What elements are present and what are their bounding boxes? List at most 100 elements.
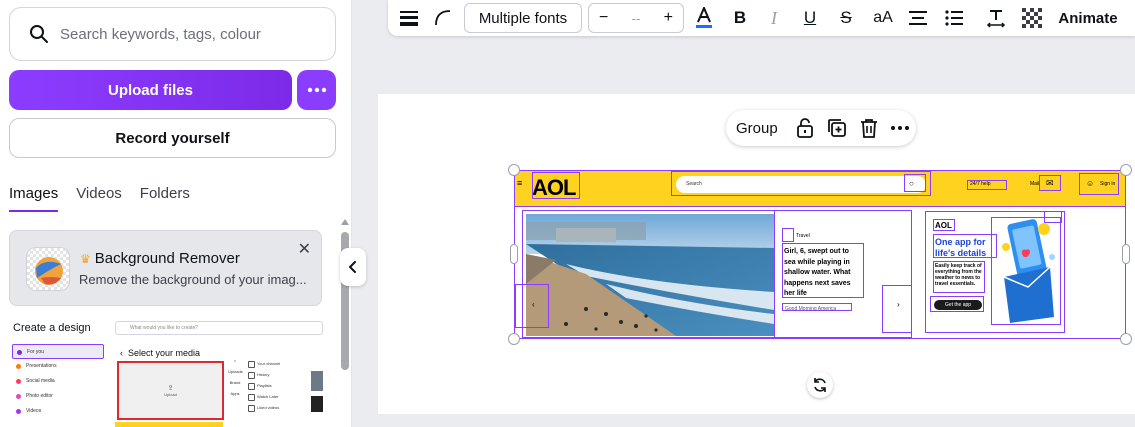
record-yourself-button[interactable]: Record yourself bbox=[9, 118, 336, 158]
background-remover-label: Background Remover bbox=[94, 250, 240, 267]
align-center-icon[interactable] bbox=[906, 0, 930, 36]
preview-side-item: Videos bbox=[12, 404, 104, 419]
font-selector[interactable]: Multiple fonts bbox=[464, 3, 582, 33]
preview-col3-item: Watch Later bbox=[247, 391, 297, 402]
background-remover-card[interactable]: ♛ Background Remover Remove the backgrou… bbox=[9, 230, 322, 306]
tab-images[interactable]: Images bbox=[9, 185, 59, 212]
preview-upload-label: Upload bbox=[164, 392, 177, 397]
font-size-stepper[interactable]: − -- + bbox=[588, 3, 684, 33]
preview-side-item: Presentations bbox=[12, 359, 104, 374]
menu-icon: ≡ bbox=[517, 178, 523, 188]
upload-files-button[interactable]: Upload files bbox=[9, 70, 292, 110]
search-icon bbox=[28, 23, 50, 45]
text-toolbar: Multiple fonts − -- + B I U S aA Animate bbox=[388, 0, 1135, 36]
preview-select-media-label: Select your media bbox=[128, 348, 201, 358]
promo-button: Get the app bbox=[934, 300, 982, 310]
aol-mail: Mail bbox=[1030, 181, 1040, 187]
rotate-handle[interactable] bbox=[807, 372, 833, 398]
more-icon bbox=[307, 87, 326, 93]
preview-col2: ⌂ Uploads Brand Apps bbox=[228, 358, 243, 402]
preview-col3-item: Liked videos bbox=[247, 402, 297, 413]
decrease-size-button[interactable]: − bbox=[599, 9, 608, 27]
group-button[interactable]: Group bbox=[736, 120, 778, 137]
trash-icon[interactable] bbox=[853, 116, 885, 140]
aol-help: 24/7 help bbox=[970, 181, 991, 187]
collapse-panel-button[interactable] bbox=[340, 248, 366, 286]
mail-icon: ✉ bbox=[1046, 178, 1054, 188]
group-toolbar: Group bbox=[726, 110, 916, 146]
resize-handle-left[interactable] bbox=[510, 244, 518, 264]
side-panel: Upload files Record yourself Images Vide… bbox=[0, 0, 352, 427]
font-size-value[interactable]: -- bbox=[632, 11, 641, 26]
animate-button[interactable]: Animate bbox=[1056, 0, 1120, 36]
home-icon: ⌂ bbox=[233, 358, 237, 363]
resize-handle-top-right[interactable] bbox=[1120, 164, 1132, 176]
promo-text: Easily keep track of everything from the… bbox=[935, 263, 982, 287]
background-remover-thumbnail bbox=[26, 247, 70, 291]
tab-folders[interactable]: Folders bbox=[140, 185, 190, 212]
increase-size-button[interactable]: + bbox=[664, 9, 673, 27]
preview-select-media: ‹ Select your media bbox=[120, 348, 201, 358]
story-headline: Girl, 6, swept out to sea while playing … bbox=[784, 248, 851, 297]
search-input[interactable] bbox=[60, 25, 320, 43]
rotate-icon bbox=[814, 378, 826, 392]
italic-icon[interactable]: I bbox=[762, 0, 786, 36]
next-arrow-icon: › bbox=[897, 300, 900, 309]
preview-col3: Your channel History Playlists Watch Lat… bbox=[247, 358, 297, 413]
background-remover-description: Remove the background of your imag... bbox=[79, 272, 307, 287]
preview-side-item: Social media bbox=[12, 374, 104, 389]
crown-icon: ♛ bbox=[80, 251, 91, 266]
promo-logo: AOL bbox=[935, 221, 952, 230]
aol-signin: Sign in bbox=[1100, 181, 1116, 187]
beach-photo bbox=[526, 214, 774, 336]
strikethrough-icon[interactable]: S bbox=[834, 0, 858, 36]
resize-handle-bottom-left[interactable] bbox=[508, 333, 520, 345]
background-remover-title: ♛ Background Remover bbox=[80, 250, 240, 267]
bold-icon[interactable]: B bbox=[728, 0, 752, 36]
upload-icon: ⇪ bbox=[167, 385, 174, 392]
line-weight-icon[interactable] bbox=[396, 0, 422, 36]
story-tag: Travel bbox=[796, 233, 810, 239]
resize-handle-top-left[interactable] bbox=[508, 164, 520, 176]
prev-arrow-icon: ‹ bbox=[532, 300, 535, 309]
preview-col2-item: Uploads bbox=[228, 369, 243, 374]
scroll-up-arrow[interactable] bbox=[340, 218, 350, 226]
text-color-icon[interactable] bbox=[692, 0, 716, 36]
spacing-icon[interactable] bbox=[984, 0, 1008, 36]
curve-text-icon[interactable] bbox=[430, 0, 456, 36]
preview-sidebar: For you Presentations Social media Photo… bbox=[12, 344, 104, 419]
preview-aol-bar bbox=[115, 422, 223, 427]
search-box[interactable] bbox=[9, 7, 336, 61]
aol-search-bar: Search bbox=[676, 176, 926, 193]
preview-search: What would you like to create? bbox=[115, 321, 323, 335]
resize-handle-bottom-right[interactable] bbox=[1120, 333, 1132, 345]
lock-icon[interactable] bbox=[790, 116, 822, 140]
tab-videos[interactable]: Videos bbox=[76, 185, 122, 212]
preview-col2-item: Brand bbox=[229, 380, 241, 385]
more-icon[interactable] bbox=[884, 116, 916, 140]
underline-icon[interactable]: U bbox=[798, 0, 822, 36]
preview-col3-item: Your channel bbox=[247, 358, 297, 369]
media-tabs: Images Videos Folders bbox=[9, 185, 190, 212]
phone-illustration bbox=[994, 217, 1060, 325]
aol-screenshot-group[interactable]: ≡ AOL Search ○ 24/7 help Mail ✉ ☺ Sign i… bbox=[514, 170, 1126, 339]
more-options-button[interactable] bbox=[297, 70, 336, 110]
duplicate-icon[interactable] bbox=[821, 116, 853, 140]
aol-search-icon: ○ bbox=[909, 179, 914, 188]
preview-title: Create a design bbox=[13, 322, 91, 334]
transparency-icon[interactable] bbox=[1020, 0, 1044, 36]
story-source: Good Morning America bbox=[785, 306, 837, 312]
preview-col3-item: Playlists bbox=[247, 380, 297, 391]
chevron-left-icon bbox=[349, 261, 356, 273]
letter-case-button[interactable]: aA bbox=[870, 0, 896, 36]
user-icon: ☺ bbox=[1086, 179, 1095, 188]
preview-col2-item: Apps bbox=[230, 391, 240, 396]
aol-logo: AOL bbox=[532, 175, 576, 200]
resize-handle-right[interactable] bbox=[1122, 244, 1130, 264]
preview-col3-item: History bbox=[247, 369, 297, 380]
image-preview-create-design[interactable]: Create a design What would you like to c… bbox=[9, 318, 329, 427]
list-icon[interactable] bbox=[942, 0, 966, 36]
close-icon[interactable]: ✕ bbox=[298, 239, 311, 259]
promo-title: One app for life's details bbox=[935, 237, 987, 258]
preview-side-item: Photo editor bbox=[12, 389, 104, 404]
